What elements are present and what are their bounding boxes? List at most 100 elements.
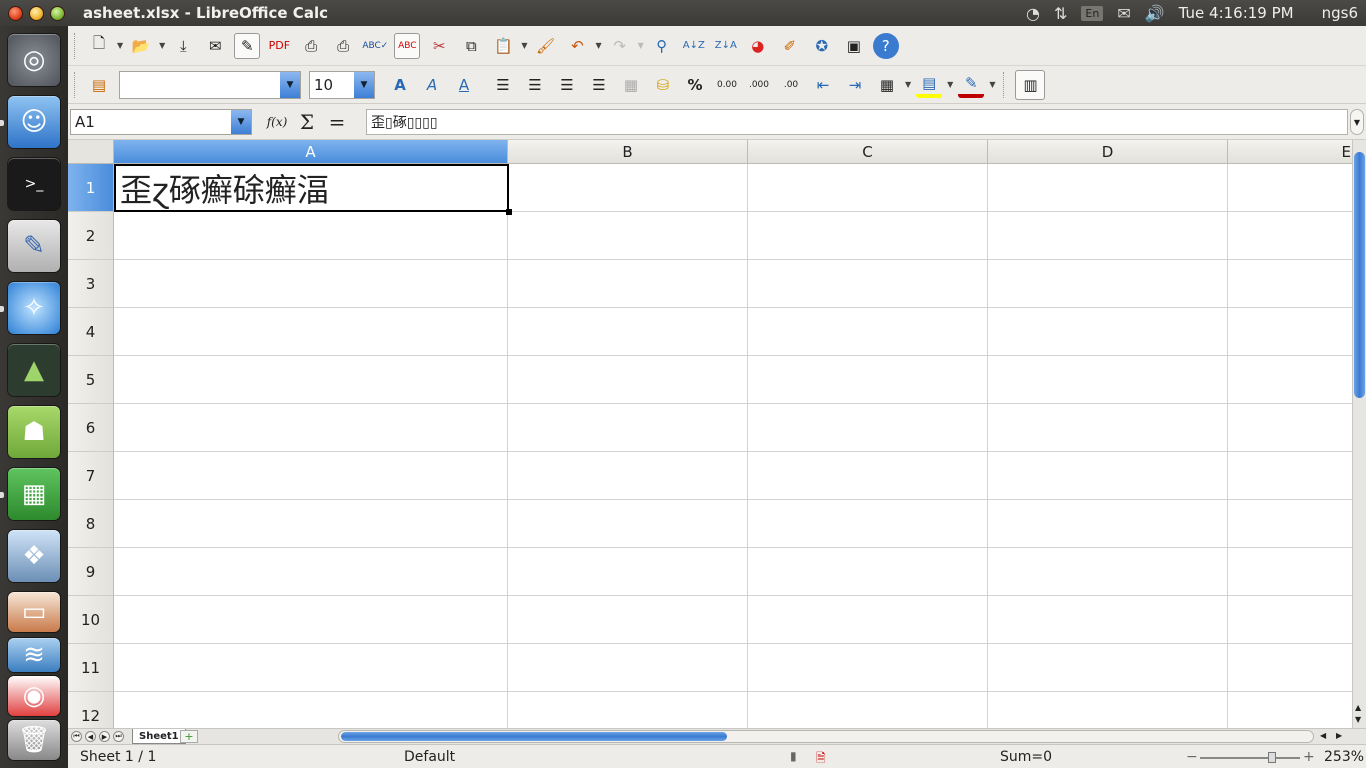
- gallery-icon[interactable]: ▣: [841, 33, 867, 59]
- sort-ascending-icon[interactable]: A↓Z: [681, 33, 707, 59]
- delete-decimal-icon[interactable]: .00: [778, 72, 804, 98]
- safari-icon[interactable]: ✧: [8, 282, 60, 334]
- libreoffice-calc-icon[interactable]: ▦: [8, 468, 60, 520]
- zoom-in-button[interactable]: +: [1303, 749, 1315, 765]
- chevron-down-icon[interactable]: ▼: [280, 71, 300, 98]
- merge-cells-icon[interactable]: ▦: [618, 72, 644, 98]
- row-header-3[interactable]: 3: [68, 260, 114, 308]
- zoom-level[interactable]: 253%: [1324, 749, 1364, 765]
- selection-sum[interactable]: Sum=0: [1000, 749, 1052, 765]
- column-header-c[interactable]: C: [748, 140, 988, 164]
- vertical-scroll-thumb[interactable]: [1354, 152, 1365, 398]
- chevron-down-icon[interactable]: ▼: [159, 41, 165, 50]
- toolbar-grip[interactable]: [74, 32, 77, 59]
- row-header-4[interactable]: 4: [68, 308, 114, 356]
- bold-icon[interactable]: A: [387, 72, 413, 98]
- column-header-d[interactable]: D: [988, 140, 1228, 164]
- horizontal-scroll-thumb[interactable]: [341, 732, 727, 741]
- volume-icon[interactable]: 🔊: [1145, 4, 1165, 23]
- add-sheet-button[interactable]: +: [180, 730, 198, 743]
- row-header-6[interactable]: 6: [68, 404, 114, 452]
- zoom-slider[interactable]: [1200, 757, 1300, 759]
- scroll-right-icon[interactable]: ▶: [1336, 731, 1342, 740]
- stacked-app-icon[interactable]: ≋: [8, 638, 60, 672]
- copy-icon[interactable]: ⧉: [458, 33, 484, 59]
- horizontal-scrollbar[interactable]: [338, 730, 1314, 743]
- update-icon[interactable]: ◔: [1026, 4, 1040, 23]
- decrease-indent-icon[interactable]: ⇤: [810, 72, 836, 98]
- row-header-2[interactable]: 2: [68, 212, 114, 260]
- justify-icon[interactable]: ☰: [586, 72, 612, 98]
- sum-icon[interactable]: Σ: [292, 110, 322, 134]
- print-preview-icon[interactable]: ⎙: [330, 33, 356, 59]
- edit-mode-icon[interactable]: ✎: [234, 32, 261, 59]
- spreadsheet-grid[interactable]: A B C D E 1 2 3 4 5 6 7 8 9 10 11 12 歪ɀ硺…: [68, 140, 1352, 728]
- row-header-9[interactable]: 9: [68, 548, 114, 596]
- row-header-10[interactable]: 10: [68, 596, 114, 644]
- undo-icon[interactable]: ↶: [564, 33, 590, 59]
- minimize-window-button[interactable]: [29, 5, 44, 21]
- vertical-scrollbar[interactable]: ▲ ▼: [1352, 140, 1366, 728]
- chevron-down-icon[interactable]: ▼: [595, 41, 601, 50]
- align-right-icon[interactable]: ☰: [554, 72, 580, 98]
- column-header-a[interactable]: A: [114, 140, 508, 164]
- chevron-down-icon[interactable]: ▼: [947, 80, 953, 89]
- open-folder-icon[interactable]: 📂: [128, 33, 154, 59]
- name-box[interactable]: A1 ▼: [70, 108, 252, 135]
- column-header-b[interactable]: B: [508, 140, 748, 164]
- italic-icon[interactable]: A: [419, 72, 445, 98]
- document-modified-icon[interactable]: 🗎: [816, 749, 826, 768]
- terminal-icon[interactable]: >_: [8, 158, 60, 210]
- trash-icon[interactable]: 🗑: [8, 720, 60, 760]
- function-equals-icon[interactable]: =: [322, 110, 352, 134]
- select-all-corner[interactable]: [68, 140, 114, 164]
- print-icon[interactable]: ⎙: [298, 33, 324, 59]
- close-window-button[interactable]: [8, 5, 23, 21]
- draw-functions-icon[interactable]: ✐: [777, 33, 803, 59]
- presentation-icon[interactable]: ▭: [8, 592, 60, 632]
- last-sheet-icon[interactable]: ⏭: [113, 731, 124, 742]
- fill-handle[interactable]: [506, 209, 512, 215]
- chevron-down-icon[interactable]: ▼: [905, 80, 911, 89]
- export-pdf-icon[interactable]: PDF: [266, 33, 292, 59]
- percent-format-icon[interactable]: %: [682, 72, 708, 98]
- increase-indent-icon[interactable]: ⇥: [842, 72, 868, 98]
- dash-home-icon[interactable]: ◎: [8, 34, 60, 86]
- clone-formatting-icon[interactable]: 🖌: [532, 33, 558, 59]
- send-mail-icon[interactable]: ✉: [202, 33, 228, 59]
- chevron-down-icon[interactable]: ▼: [231, 109, 251, 134]
- font-size-combo[interactable]: 10 ▼: [309, 70, 375, 99]
- cut-icon[interactable]: ✂: [426, 33, 452, 59]
- column-header-e[interactable]: E: [1228, 140, 1352, 164]
- android-studio-icon[interactable]: ▲: [8, 344, 60, 396]
- mail-icon[interactable]: ✉: [1117, 4, 1130, 23]
- styles-formatting-icon[interactable]: ▤: [86, 72, 112, 98]
- save-icon[interactable]: ⤓: [170, 33, 196, 59]
- previous-sheet-icon[interactable]: ◀: [85, 731, 96, 742]
- zoom-slider-knob[interactable]: [1268, 752, 1276, 763]
- chevron-down-icon[interactable]: ▼: [354, 71, 374, 98]
- keyboard-layout-indicator[interactable]: En: [1081, 5, 1104, 21]
- scroll-down-icon[interactable]: ▼: [1355, 715, 1361, 724]
- row-header-12[interactable]: 12: [68, 692, 114, 728]
- user-name[interactable]: ngs6: [1322, 4, 1358, 22]
- next-sheet-icon[interactable]: ▶: [99, 731, 110, 742]
- autospellcheck-icon[interactable]: ABC: [394, 32, 421, 59]
- network-icon[interactable]: ⇅: [1054, 4, 1067, 23]
- navigator-icon[interactable]: ✪: [809, 33, 835, 59]
- scroll-up-icon[interactable]: ▲: [1355, 703, 1361, 712]
- sheet-tab-sheet1[interactable]: Sheet1: [132, 729, 186, 744]
- chrome-icon[interactable]: ◉: [8, 676, 60, 716]
- align-left-icon[interactable]: ☰: [490, 72, 516, 98]
- font-color-icon[interactable]: ✎: [958, 72, 985, 98]
- sidebar-toggle-icon[interactable]: ▥: [1015, 69, 1046, 100]
- finder-icon[interactable]: ☺: [8, 96, 60, 148]
- sort-descending-icon[interactable]: Z↓A: [713, 33, 739, 59]
- underline-icon[interactable]: A: [451, 72, 477, 98]
- currency-format-icon[interactable]: ⛁: [650, 72, 676, 98]
- row-header-7[interactable]: 7: [68, 452, 114, 500]
- row-header-8[interactable]: 8: [68, 500, 114, 548]
- photos-icon[interactable]: ❖: [8, 530, 60, 582]
- clock[interactable]: Tue 4:16:19 PM: [1179, 4, 1294, 22]
- toolbar-grip[interactable]: [1003, 71, 1006, 98]
